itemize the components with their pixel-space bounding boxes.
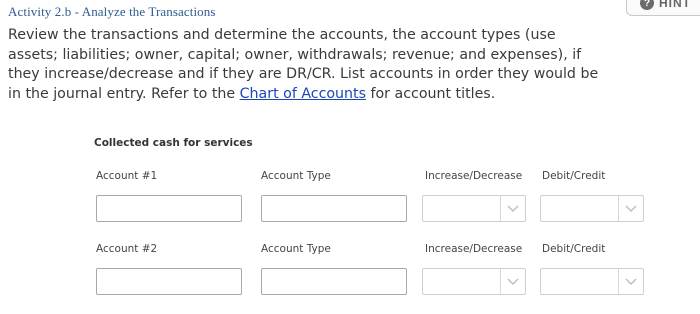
- account-2-label: Account #2: [96, 243, 158, 255]
- account-2-input[interactable]: [96, 268, 242, 295]
- hint-label: HINT: [659, 0, 691, 10]
- increase-decrease-1-select[interactable]: [422, 195, 526, 222]
- question-circle-icon: ?: [640, 0, 654, 10]
- account-1-input[interactable]: [96, 195, 242, 222]
- account-1-label: Account #1: [96, 170, 158, 182]
- increase-decrease-2-label: Increase/Decrease: [425, 243, 523, 255]
- debit-credit-2-label: Debit/Credit: [542, 243, 606, 255]
- debit-credit-1-select[interactable]: [540, 195, 644, 222]
- activity-title: Activity 2.b - Analyze the Transactions: [8, 4, 216, 19]
- debit-credit-1-label: Debit/Credit: [542, 170, 606, 182]
- account-type-2-input[interactable]: [261, 268, 407, 295]
- chevron-down-icon: [500, 269, 525, 294]
- chart-of-accounts-link[interactable]: Chart of Accounts: [240, 86, 366, 102]
- chevron-down-icon: [618, 269, 643, 294]
- instructions-text-after-link: for account titles.: [366, 85, 496, 102]
- debit-credit-2-select[interactable]: [540, 268, 644, 295]
- increase-decrease-2-select[interactable]: [422, 268, 526, 295]
- chevron-down-icon: [500, 196, 525, 221]
- increase-decrease-1-label: Increase/Decrease: [425, 170, 523, 182]
- chevron-down-icon: [618, 196, 643, 221]
- instructions-text: Review the transactions and determine th…: [8, 26, 608, 104]
- account-type-2-label: Account Type: [261, 243, 331, 255]
- transaction-title: Collected cash for services: [94, 137, 253, 149]
- account-type-1-input[interactable]: [261, 195, 407, 222]
- account-type-1-label: Account Type: [261, 170, 331, 182]
- hint-button[interactable]: ? HINT: [626, 0, 700, 16]
